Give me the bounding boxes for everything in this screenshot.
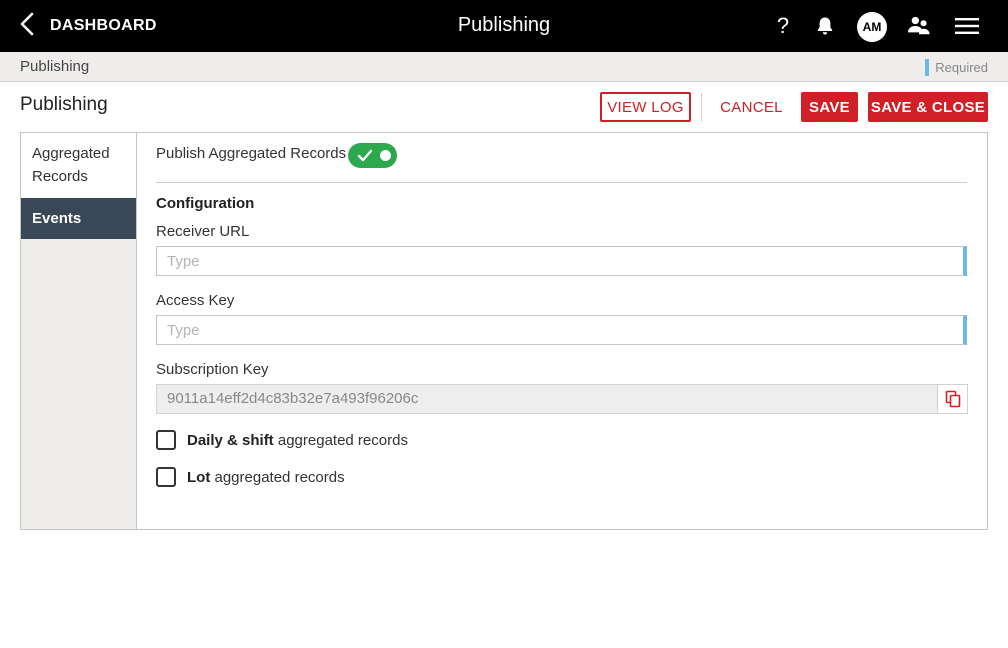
daily-shift-label: Daily & shift aggregated records bbox=[187, 431, 408, 449]
side-nav: Aggregated Records Events bbox=[21, 133, 136, 529]
back-to-dashboard-button[interactable]: DASHBOARD bbox=[18, 11, 156, 42]
lot-checkbox-row[interactable]: Lot aggregated records bbox=[156, 467, 345, 487]
cancel-button[interactable]: CANCEL bbox=[714, 92, 789, 122]
page-title: Publishing bbox=[20, 94, 108, 115]
menu-icon[interactable] bbox=[954, 12, 980, 40]
subscription-key-label: Subscription Key bbox=[156, 361, 269, 378]
publish-aggregated-toggle[interactable] bbox=[348, 143, 397, 168]
breadcrumb: Publishing Required bbox=[0, 52, 1008, 82]
access-key-input[interactable] bbox=[156, 315, 967, 345]
bell-icon[interactable] bbox=[814, 12, 836, 40]
required-indicator bbox=[925, 59, 930, 76]
lot-label: Lot aggregated records bbox=[187, 468, 345, 486]
copy-subscription-key-button[interactable] bbox=[937, 384, 968, 414]
daily-shift-checkbox[interactable] bbox=[156, 430, 176, 450]
required-label: Required bbox=[935, 60, 988, 75]
save-and-close-button[interactable]: SAVE & CLOSE bbox=[868, 92, 988, 122]
access-key-label: Access Key bbox=[156, 292, 235, 309]
content-divider bbox=[136, 133, 137, 529]
publish-aggregated-label: Publish Aggregated Records bbox=[156, 145, 347, 162]
save-button[interactable]: SAVE bbox=[801, 92, 858, 122]
receiver-url-input[interactable] bbox=[156, 246, 967, 276]
help-icon[interactable]: ? bbox=[772, 12, 794, 40]
check-icon bbox=[357, 149, 373, 162]
breadcrumb-current[interactable]: Publishing bbox=[20, 58, 89, 75]
receiver-url-label: Receiver URL bbox=[156, 223, 250, 240]
back-label: DASHBOARD bbox=[50, 17, 157, 34]
action-divider bbox=[701, 93, 702, 122]
sidebar-item-events[interactable]: Events bbox=[21, 198, 136, 239]
settings-panel: Aggregated Records Events Publish Aggreg… bbox=[20, 132, 988, 530]
chevron-left-icon bbox=[18, 11, 38, 42]
configuration-heading: Configuration bbox=[156, 195, 255, 212]
sidebar-item-aggregated-records[interactable]: Aggregated Records bbox=[21, 133, 136, 198]
daily-shift-checkbox-row[interactable]: Daily & shift aggregated records bbox=[156, 430, 408, 450]
subscription-key-field[interactable]: 9011a14eff2d4c83b32e7a493f96206c bbox=[156, 384, 938, 414]
avatar[interactable]: AM bbox=[857, 12, 887, 42]
copy-icon bbox=[945, 390, 960, 408]
users-icon[interactable] bbox=[906, 12, 932, 40]
lot-checkbox[interactable] bbox=[156, 467, 176, 487]
required-legend: Required bbox=[925, 59, 988, 76]
toggle-knob bbox=[380, 150, 391, 161]
section-divider bbox=[156, 182, 967, 183]
view-log-button[interactable]: VIEW LOG bbox=[600, 92, 691, 122]
top-bar: DASHBOARD Publishing ? AM bbox=[0, 0, 1008, 52]
